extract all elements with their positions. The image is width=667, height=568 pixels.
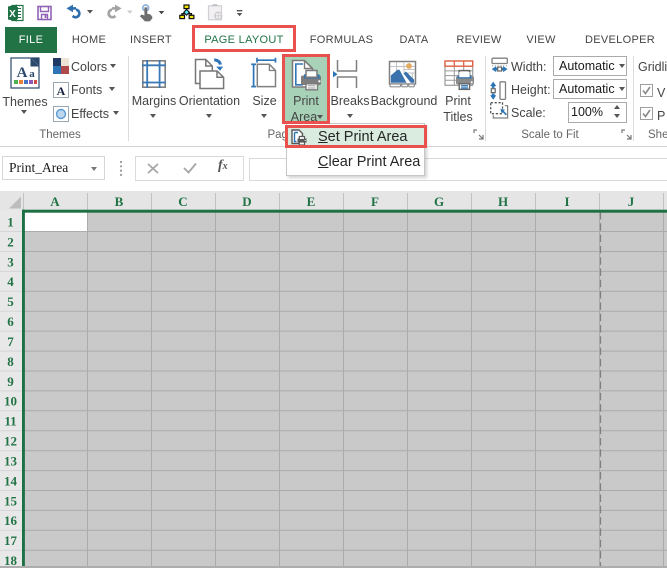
svg-text:15: 15 [4,493,18,508]
svg-text:13: 13 [4,454,18,469]
svg-text:18: 18 [4,553,18,568]
svg-text:A: A [17,65,28,81]
svg-text:D: D [242,194,251,209]
svg-text:F: F [371,194,379,209]
svg-text:H: H [498,194,508,209]
svg-text:4: 4 [7,274,14,289]
svg-text:J: J [628,194,635,209]
svg-text:2: 2 [7,234,14,249]
svg-text:10: 10 [4,394,17,409]
svg-text:14: 14 [4,473,18,488]
svg-text:7: 7 [7,334,14,349]
svg-text:I: I [564,194,569,209]
svg-text:12: 12 [4,434,17,449]
svg-text:A: A [57,84,66,98]
svg-text:3: 3 [7,254,14,269]
svg-text:E: E [307,194,316,209]
svg-text:8: 8 [7,354,14,369]
svg-text:B: B [115,194,124,209]
svg-text:17: 17 [4,533,18,548]
svg-text:C: C [178,194,187,209]
svg-text:5: 5 [7,294,14,309]
svg-text:6: 6 [7,314,14,329]
svg-text:16: 16 [4,513,18,528]
svg-text:a: a [29,68,35,80]
svg-text:G: G [434,194,444,209]
svg-text:9: 9 [7,374,14,389]
svg-text:X: X [9,9,16,20]
svg-text:A: A [50,194,60,209]
svg-text:11: 11 [4,414,16,429]
svg-text:1: 1 [7,215,14,230]
